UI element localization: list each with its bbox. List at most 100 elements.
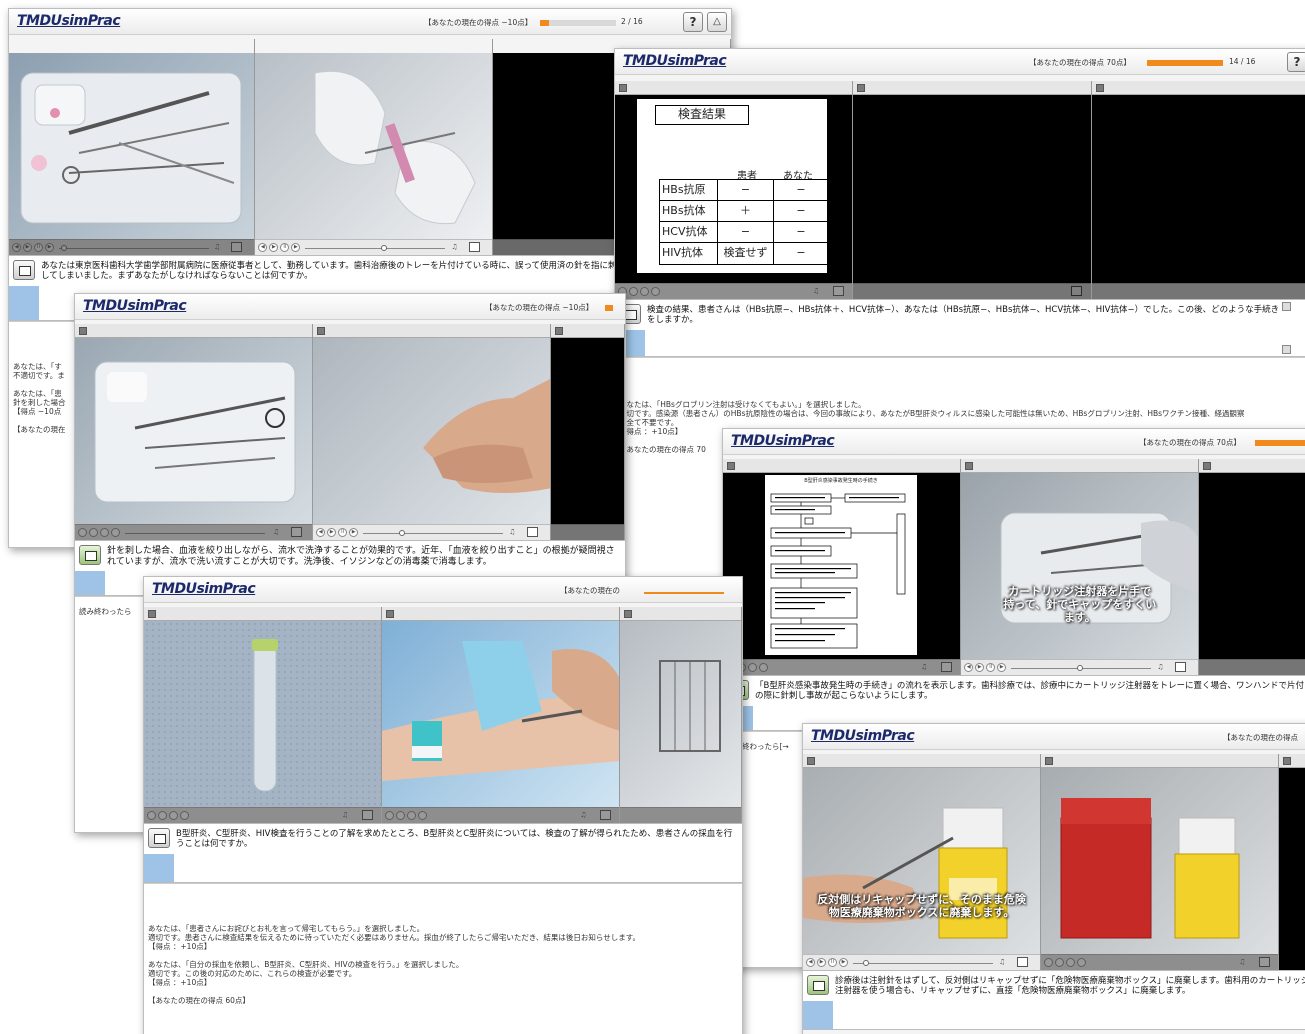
- video-controls[interactable]: ♫: [1041, 954, 1279, 970]
- video-frame-tray: [9, 53, 255, 239]
- video-panel-3: [1279, 754, 1305, 970]
- video-caption: カートリッジ注射器を片手で 持って、針でキャップをすくい ます。: [1003, 585, 1157, 624]
- video-controls[interactable]: ◀ ▶ II ▶ ♫: [9, 239, 255, 255]
- washing-hands-image: [423, 378, 551, 493]
- message-icon: [148, 828, 170, 848]
- question-box: B型肝炎、C型肝炎、HIV検査を行うことの了解を求めたところ、B型肝炎とC型肝炎…: [144, 823, 742, 883]
- video-controls[interactable]: ◀ ▶ II ▶ ♫: [961, 659, 1199, 675]
- video-frame-tube-rack: [620, 621, 741, 807]
- video-controls[interactable]: ♫: [144, 807, 382, 823]
- flowchart-card: B型肝炎感染事故発生時の手続き: [765, 475, 917, 655]
- question-text: あなたは東京医科歯科大学歯学部附属病院に医療従事者として、勤務しています。歯科治…: [41, 261, 617, 281]
- video-panel-header: [255, 39, 492, 53]
- video-frame-tray: [75, 338, 313, 524]
- message-icon: [13, 260, 35, 280]
- video-controls[interactable]: [1091, 283, 1305, 299]
- scroll-up-button[interactable]: [1282, 302, 1291, 311]
- video-controls[interactable]: ♫: [615, 283, 853, 299]
- video-panel-2: ◀ ▶ II ▶ ♫: [255, 39, 493, 255]
- message-text: 「B型肝炎感染事故発生時の手続き」の流れを表示します。歯科診療では、診療中にカー…: [755, 681, 1305, 701]
- video-panel-3: [1091, 81, 1305, 299]
- question-text: 検査の結果、患者さんは（HBs抗原−、HBs抗体＋、HCV抗体−）、あなたは（H…: [647, 305, 1280, 325]
- video-frame-waste-boxes: [1041, 768, 1279, 954]
- window-blood-test: TMDUsimPrac 【あなたの現在の ♫ ♫ B型肝炎、C型肝炎、HIV検査…: [143, 576, 743, 1034]
- progress-bar-fill: [605, 305, 613, 311]
- video-frame-sharps-box: 反対側はリキャップせずに、そのまま危険 物医療廃棄物ボックスに廃棄します。: [803, 768, 1041, 954]
- video-panel-2: [853, 81, 1092, 299]
- cartridge-syringe-image: [1000, 512, 1199, 624]
- video-controls[interactable]: [1199, 659, 1305, 675]
- progress-count: 2 / 16: [621, 17, 643, 26]
- feedback-text: あなたは、「患者さんにお詫びとお礼を言って帰宅してもらう。」を選択しました。 適…: [148, 924, 640, 1005]
- current-score: 【あなたの現在の得点 −10点】: [485, 303, 594, 312]
- video-controls[interactable]: ♫: [382, 807, 620, 823]
- question-box: 検査の結果、患者さんは（HBs抗原−、HBs抗体＋、HCV抗体−）、あなたは（H…: [615, 299, 1305, 357]
- video-row: B型肝炎感染事故発生時の手続き ♫ カートリッジ注射器を片手で 持って、針でキャ…: [723, 459, 1305, 675]
- current-score: 【あなたの現在の得点: [1223, 733, 1298, 742]
- flowchart-title: B型肝炎感染事故発生時の手続き: [804, 478, 878, 484]
- help-button[interactable]: ?: [1287, 52, 1305, 72]
- video-panel-3: [1199, 459, 1305, 675]
- video-controls[interactable]: [620, 807, 741, 823]
- question-text: B型肝炎、C型肝炎、HIV検査を行うことの了解を求めたところ、B型肝炎とC型肝炎…: [176, 829, 733, 849]
- results-row: HIV抗体 検査せず −: [660, 243, 828, 264]
- app-logo: TMDUsimPrac: [731, 433, 835, 449]
- results-row: HBs抗原 − −: [660, 180, 828, 201]
- message-icon: [807, 975, 829, 995]
- video-controls[interactable]: ◀ ▶ II ▶ ♫: [255, 239, 492, 255]
- app-logo: TMDUsimPrac: [17, 13, 121, 29]
- video-panel-2: ◀ ▶ II ▶ ♫: [313, 324, 552, 540]
- progress-bar-fill: [1255, 440, 1305, 446]
- exit-button[interactable]: △: [707, 12, 727, 32]
- progress-bar-track: [540, 20, 616, 26]
- results-row: HCV抗体 − −: [660, 222, 828, 243]
- video-panel-3: [551, 324, 625, 540]
- window-header: TMDUsimPrac 【あなたの現在の得点 −10点】: [75, 294, 625, 320]
- scroll-down-button[interactable]: [1282, 345, 1291, 354]
- window-header: TMDUsimPrac 【あなたの現在の得点 −10点】 2 / 16 ? △: [9, 9, 731, 35]
- video-frame-washing: [313, 338, 551, 524]
- video-controls[interactable]: [853, 283, 1091, 299]
- message-text: 診療後は注射針をはずして、反対側はリキャップせずに「危険物医療廃棄物ボックス」に…: [835, 976, 1305, 996]
- current-score: 【あなたの現在の: [560, 586, 620, 595]
- video-panel-2: カートリッジ注射器を片手で 持って、針でキャップをすくい ます。 ◀ ▶ II ▶ ♫: [961, 459, 1200, 675]
- video-row: 検査結果 患者 あなた HBs抗原 − − HBs抗体 ＋ − HCV抗体 − …: [615, 81, 1305, 299]
- video-controls[interactable]: ◀ ▶ II ▶ ♫: [803, 954, 1041, 970]
- video-controls[interactable]: ♫: [75, 524, 313, 540]
- video-controls[interactable]: ♫: [723, 659, 961, 675]
- video-panel-1: ♫: [144, 607, 383, 823]
- video-caption: 反対側はリキャップせずに、そのまま危険 物医療廃棄物ボックスに廃棄します。: [817, 893, 1026, 919]
- video-panel-2: ♫: [382, 607, 621, 823]
- video-panel-1: ♫: [75, 324, 314, 540]
- message-text: 針を刺した場合、血液を絞り出しながら、流水で洗浄することが効果的です。近年、「血…: [107, 546, 615, 567]
- progress-bar-fill: [1147, 60, 1223, 66]
- app-logo: TMDUsimPrac: [811, 728, 915, 744]
- current-score: 【あなたの現在の得点 70点】: [1139, 438, 1241, 447]
- test-tube-image: [144, 621, 382, 807]
- video-panel-1: B型肝炎感染事故発生時の手続き ♫: [723, 459, 962, 675]
- tube-rack-image: [659, 660, 722, 752]
- help-button[interactable]: ?: [683, 12, 703, 32]
- test-results-title: 検査結果: [655, 105, 749, 125]
- test-results-frame: 検査結果 患者 あなた HBs抗原 − − HBs抗体 ＋ − HCV抗体 − …: [615, 95, 853, 283]
- app-logo: TMDUsimPrac: [623, 53, 727, 69]
- progress-bar-fill: [644, 592, 724, 594]
- gloved-hands-image: [314, 70, 476, 225]
- video-controls[interactable]: ◀ ▶ II ▶ ♫: [313, 524, 551, 540]
- video-panel-2: ♫: [1041, 754, 1280, 970]
- results-table: HBs抗原 − − HBs抗体 ＋ − HCV抗体 − − HIV抗体 検査せず…: [659, 179, 829, 265]
- app-logo: TMDUsimPrac: [152, 581, 256, 597]
- window-header: TMDUsimPrac 【あなたの現在の: [144, 577, 742, 603]
- video-controls[interactable]: [551, 524, 625, 540]
- test-results-card: 検査結果 患者 あなた HBs抗原 − − HBs抗体 ＋ − HCV抗体 − …: [637, 99, 829, 273]
- flowchart-diagram: [770, 493, 906, 649]
- window-header: TMDUsimPrac 【あなたの現在の得点: [803, 724, 1305, 750]
- message-icon: [79, 545, 101, 565]
- progress-bar-fill: [540, 20, 549, 26]
- sharps-box-image: [803, 807, 1008, 939]
- video-panel-1: ◀ ▶ II ▶ ♫: [9, 39, 256, 255]
- video-row: ♫ ◀ ▶ II ▶ ♫: [75, 324, 625, 540]
- flowchart-frame: B型肝炎感染事故発生時の手続き: [723, 473, 961, 659]
- feedback-panel: あなたは、「患者さんにお詫びとお礼を言って帰宅してもらう。」を選択しました。 適…: [144, 883, 742, 1034]
- video-frame-blood-draw: [382, 621, 620, 807]
